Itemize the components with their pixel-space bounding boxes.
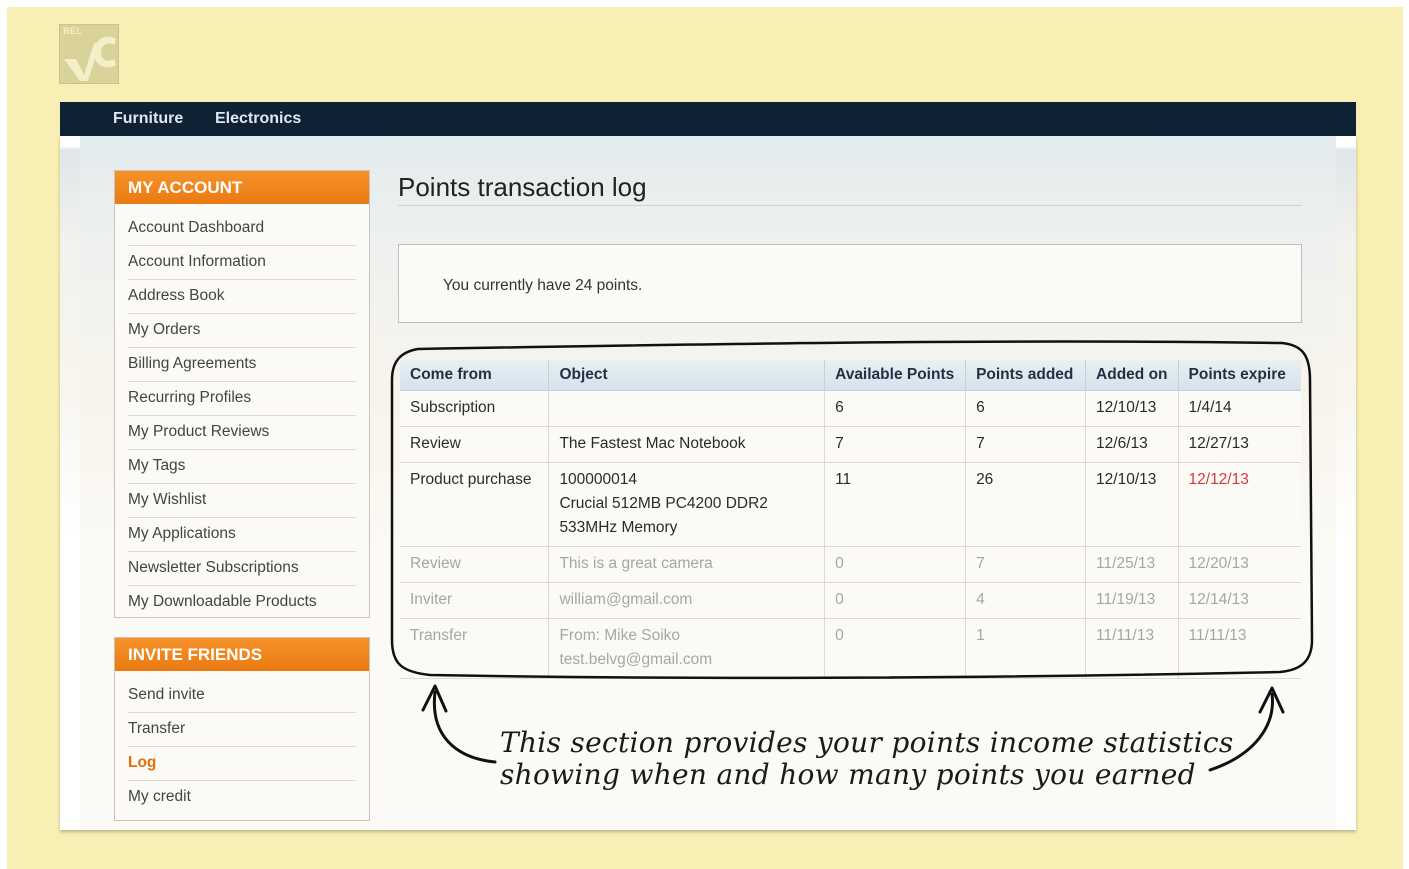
menu-item-account-dashboard[interactable]: Account Dashboard: [128, 212, 356, 246]
table-row: Review This is a great camera 0 7 11/25/…: [400, 546, 1301, 583]
menu-item-send-invite[interactable]: Send invite: [128, 679, 356, 713]
menu-item-my-wishlist[interactable]: My Wishlist: [128, 484, 356, 518]
cell-points-expire: 1/4/14: [1178, 390, 1301, 427]
table-row: Review The Fastest Mac Notebook 7 7 12/6…: [400, 426, 1301, 463]
table-header-row: Come from Object Available Points Points…: [400, 360, 1301, 391]
cell-object: From: Mike Soiko test.belvg@gmail.com: [548, 618, 826, 679]
points-summary-box: You currently have 24 points.: [398, 244, 1302, 323]
menu-item-address-book[interactable]: Address Book: [128, 280, 356, 314]
invite-friends-block: INVITE FRIENDS Send invite Transfer Log …: [114, 637, 370, 821]
menu-item-my-credit[interactable]: My credit: [128, 781, 356, 814]
points-balance-text: You currently have 24 points.: [443, 277, 643, 294]
invite-friends-title: INVITE FRIENDS: [115, 638, 369, 671]
cell-points-expire: 12/14/13: [1178, 582, 1301, 619]
title-divider: [398, 205, 1302, 206]
table-row: Inviter william@gmail.com 0 4 11/19/13 1…: [400, 582, 1301, 619]
cell-available-points: 7: [824, 426, 967, 463]
cell-come-from: Transfer: [400, 618, 550, 679]
top-navigation: Furniture Electronics: [60, 102, 1356, 136]
cell-come-from: Review: [400, 546, 550, 583]
table-row: Product purchase 100000014 Crucial 512MB…: [400, 462, 1301, 547]
cell-points-added: 7: [965, 546, 1087, 583]
nav-item-electronics[interactable]: Electronics: [215, 110, 301, 128]
page-title: Points transaction log: [398, 172, 647, 202]
cell-available-points: 0: [824, 582, 967, 619]
my-account-menu: Account Dashboard Account Information Ad…: [115, 204, 369, 625]
cell-added-on: 12/10/13: [1085, 390, 1179, 427]
menu-item-my-downloadable-products[interactable]: My Downloadable Products: [128, 586, 356, 619]
cell-points-expire: 12/20/13: [1178, 546, 1301, 583]
cell-object: The Fastest Mac Notebook: [548, 426, 826, 463]
cell-added-on: 11/19/13: [1085, 582, 1179, 619]
object-line: test.belvg@gmail.com: [559, 651, 713, 668]
cell-points-added: 6: [965, 390, 1087, 427]
annotation-line-1: This section provides your points income…: [500, 726, 1234, 759]
menu-item-newsletter-subscriptions[interactable]: Newsletter Subscriptions: [128, 552, 356, 586]
header-available-points: Available Points: [824, 360, 967, 391]
menu-item-account-information[interactable]: Account Information: [128, 246, 356, 280]
invite-friends-menu: Send invite Transfer Log My credit: [115, 671, 369, 820]
cell-points-added: 4: [965, 582, 1087, 619]
cell-object: 100000014 Crucial 512MB PC4200 DDR2 533M…: [548, 462, 826, 547]
cell-object: william@gmail.com: [548, 582, 826, 619]
cell-available-points: 0: [824, 618, 967, 679]
menu-item-log: Log: [128, 747, 356, 781]
cell-come-from: Subscription: [400, 390, 550, 427]
header-points-added: Points added: [965, 360, 1087, 391]
nav-item-furniture[interactable]: Furniture: [113, 110, 183, 128]
cell-points-added: 1: [965, 618, 1087, 679]
menu-item-recurring-profiles[interactable]: Recurring Profiles: [128, 382, 356, 416]
annotation-note: This section provides your points income…: [500, 727, 1260, 791]
menu-item-my-applications[interactable]: My Applications: [128, 518, 356, 552]
header-added-on: Added on: [1085, 360, 1179, 391]
header-points-expire: Points expire: [1178, 360, 1301, 391]
points-transaction-table: Come from Object Available Points Points…: [400, 360, 1301, 679]
menu-item-transfer[interactable]: Transfer: [128, 713, 356, 747]
cell-come-from: Inviter: [400, 582, 550, 619]
cell-points-expire: 12/12/13: [1178, 462, 1301, 547]
cell-object: [548, 390, 826, 427]
menu-item-my-product-reviews[interactable]: My Product Reviews: [128, 416, 356, 450]
cell-available-points: 11: [824, 462, 967, 547]
header-object: Object: [548, 360, 826, 391]
object-line: 100000014: [559, 471, 638, 488]
cell-points-expire: 11/11/13: [1178, 618, 1301, 679]
object-line: 533MHz Memory: [559, 519, 678, 536]
menu-item-my-tags[interactable]: My Tags: [128, 450, 356, 484]
cell-added-on: 12/10/13: [1085, 462, 1179, 547]
cell-come-from: Product purchase: [400, 462, 550, 547]
store-logo[interactable]: BEL: [59, 24, 119, 84]
object-line: Crucial 512MB PC4200 DDR2: [559, 495, 768, 512]
cell-added-on: 11/11/13: [1085, 618, 1179, 679]
table-row: Transfer From: Mike Soiko test.belvg@gma…: [400, 618, 1301, 679]
annotation-line-2: showing when and how many points you ear…: [500, 758, 1196, 791]
cell-added-on: 11/25/13: [1085, 546, 1179, 583]
object-line: From: Mike Soiko: [559, 627, 681, 644]
menu-item-billing-agreements[interactable]: Billing Agreements: [128, 348, 356, 382]
table-row: Subscription 6 6 12/10/13 1/4/14: [400, 390, 1301, 427]
my-account-block: MY ACCOUNT Account Dashboard Account Inf…: [114, 170, 370, 618]
header-come-from: Come from: [400, 360, 550, 391]
cell-available-points: 6: [824, 390, 967, 427]
cell-come-from: Review: [400, 426, 550, 463]
cell-points-expire: 12/27/13: [1178, 426, 1301, 463]
cell-points-added: 26: [965, 462, 1087, 547]
logo-mark-icon: [64, 36, 116, 81]
cell-added-on: 12/6/13: [1085, 426, 1179, 463]
cell-available-points: 0: [824, 546, 967, 583]
cell-object: This is a great camera: [548, 546, 826, 583]
cell-points-added: 7: [965, 426, 1087, 463]
menu-item-my-orders[interactable]: My Orders: [128, 314, 356, 348]
my-account-title: MY ACCOUNT: [115, 171, 369, 204]
